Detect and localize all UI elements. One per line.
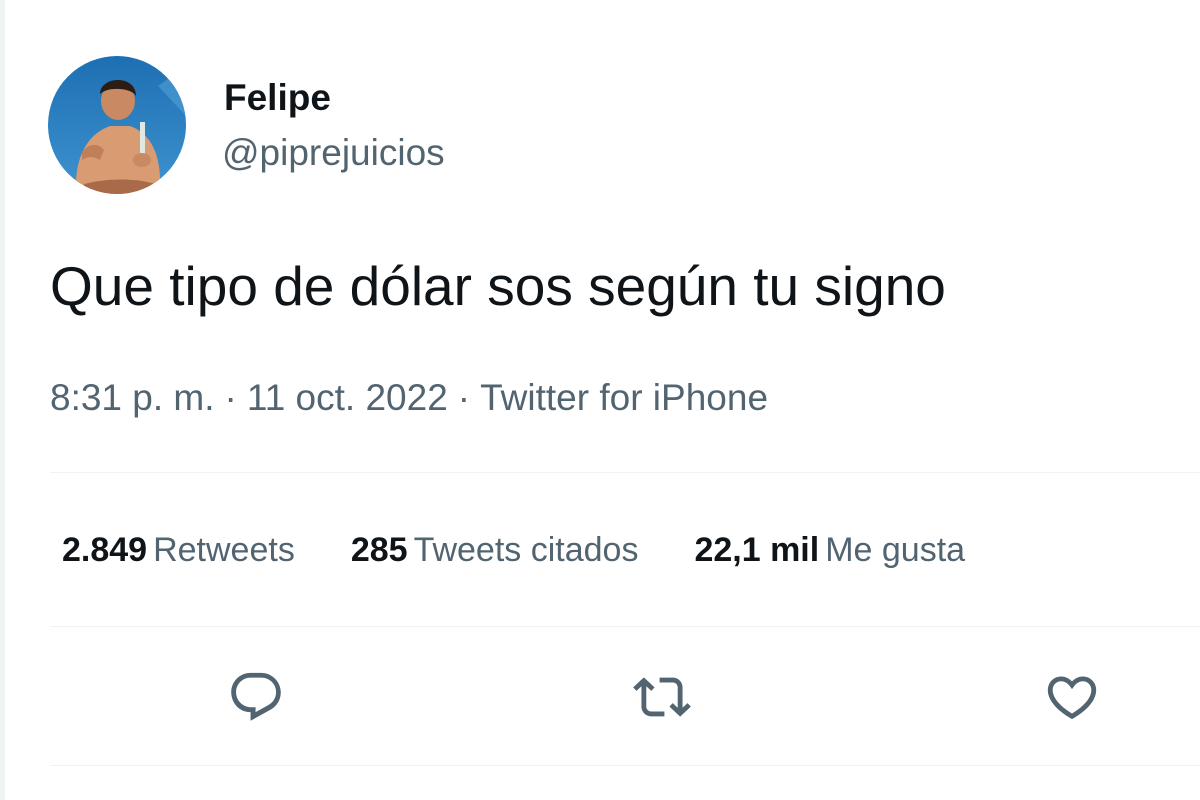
quote-tweets-label: Tweets citados bbox=[413, 531, 639, 569]
user-handle[interactable]: @piprejuicios bbox=[222, 131, 445, 175]
retweet-button[interactable] bbox=[633, 668, 691, 726]
quote-tweets-stat[interactable]: 285 Tweets citados bbox=[351, 529, 639, 571]
separator: · bbox=[224, 377, 237, 418]
likes-stat[interactable]: 22,1 mil Me gusta bbox=[694, 529, 965, 571]
tweet-metadata: 8:31 p. m. · 11 oct. 2022 · Twitter for iPho… bbox=[50, 376, 768, 420]
left-border bbox=[0, 0, 5, 800]
tweet-source[interactable]: Twitter for iPhone bbox=[480, 377, 768, 418]
reply-button[interactable] bbox=[227, 668, 285, 726]
retweets-stat[interactable]: 2.849 Retweets bbox=[62, 529, 295, 571]
heart-icon bbox=[1047, 676, 1097, 720]
likes-count: 22,1 mil bbox=[694, 531, 820, 569]
retweets-label: Retweets bbox=[153, 531, 295, 569]
retweets-count: 2.849 bbox=[62, 531, 148, 569]
separator: · bbox=[457, 377, 471, 418]
like-button[interactable] bbox=[1043, 668, 1101, 726]
tweet-date[interactable]: 11 oct. 2022 bbox=[247, 377, 448, 418]
divider-top bbox=[50, 472, 1200, 473]
speech-bubble-icon bbox=[231, 672, 281, 721]
avatar[interactable] bbox=[48, 56, 186, 194]
tweet-text: Que tipo de dólar sos según tu signo bbox=[50, 255, 946, 317]
display-name[interactable]: Felipe bbox=[224, 76, 331, 120]
likes-label: Me gusta bbox=[825, 531, 966, 569]
divider-bottom bbox=[50, 765, 1200, 766]
divider-middle bbox=[50, 626, 1200, 627]
tweet-page: Felipe @piprejuicios Que tipo de dólar s… bbox=[0, 0, 1200, 800]
retweet-icon bbox=[633, 677, 691, 717]
quote-tweets-count: 285 bbox=[350, 531, 408, 569]
engagement-stats: 2.849 Retweets 285 Tweets citados 22,1 mil Me… bbox=[62, 529, 1021, 571]
tweet-time[interactable]: 8:31 p. m. bbox=[50, 377, 215, 418]
avatar-photo bbox=[48, 56, 186, 194]
